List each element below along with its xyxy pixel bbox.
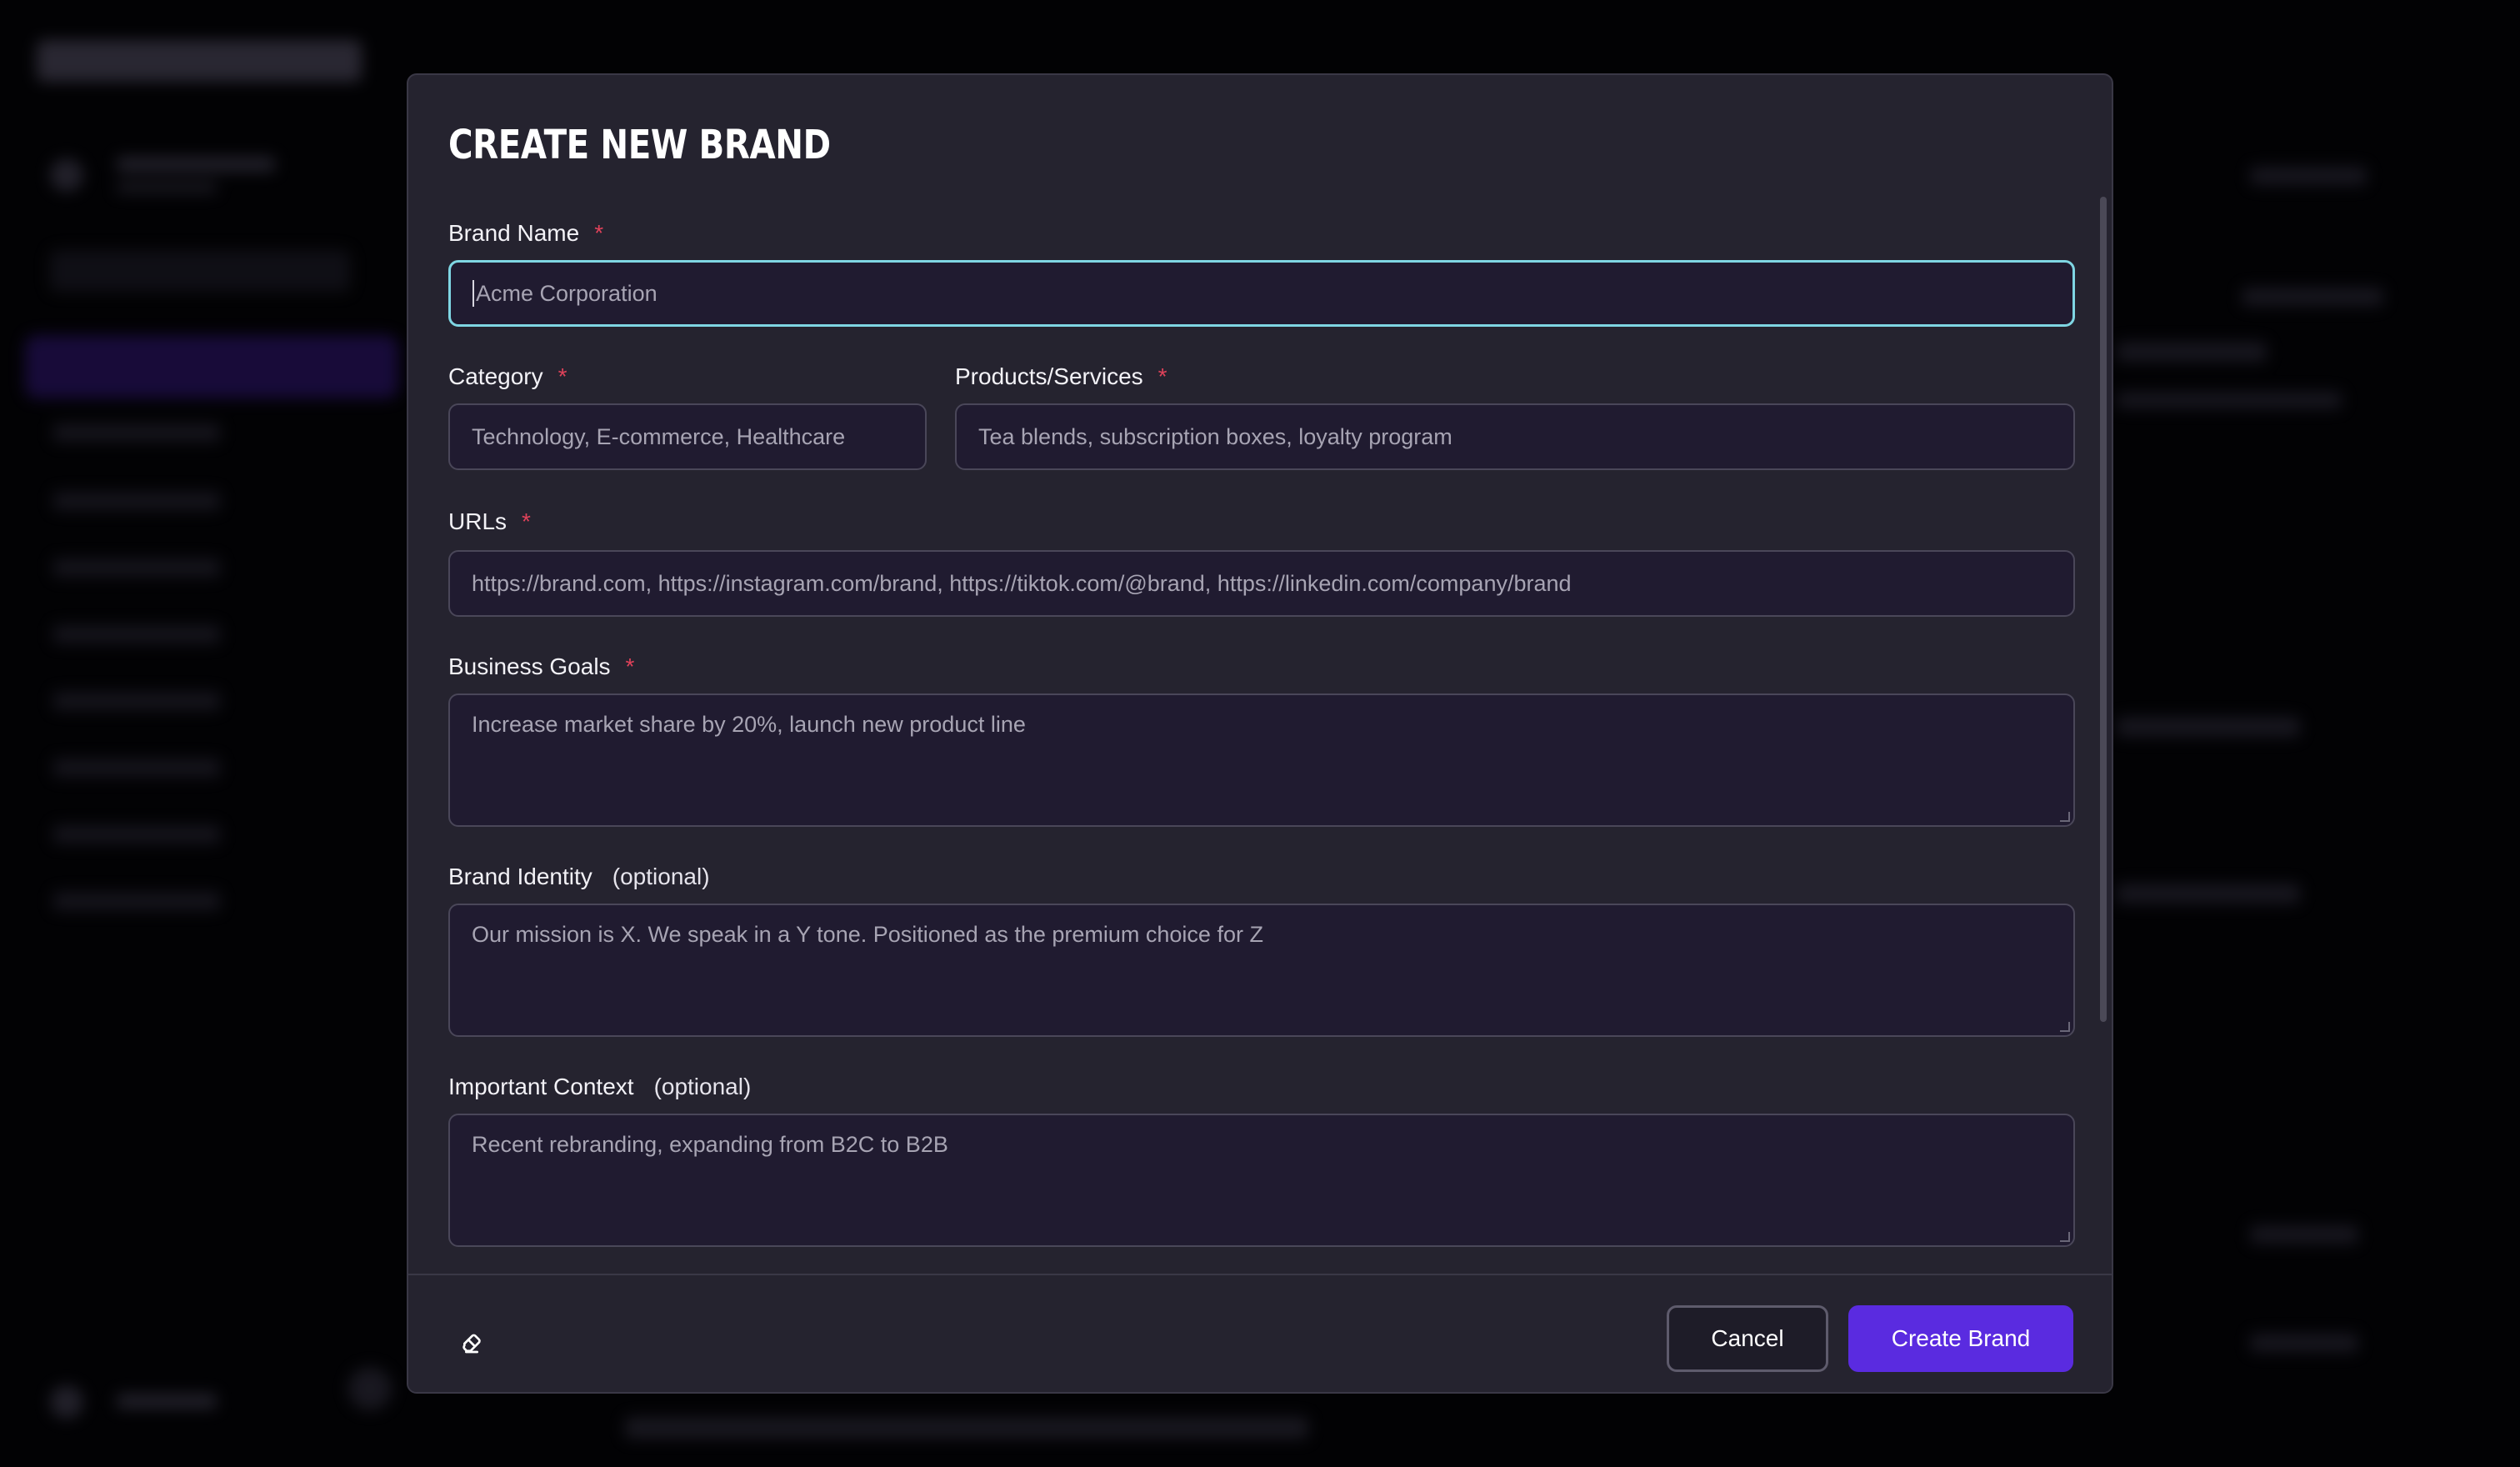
important-context-textarea[interactable]: Recent rebranding, expanding from B2C to… — [448, 1114, 2075, 1247]
bg-content-block — [2250, 167, 2367, 185]
bg-content-block — [2117, 717, 2300, 737]
brand-name-label: Brand Name * — [448, 220, 603, 247]
brand-identity-placeholder: Our mission is X. We speak in a Y tone. … — [472, 922, 1263, 947]
sidebar-item — [53, 423, 220, 442]
brand-name-placeholder: Acme Corporation — [476, 280, 658, 306]
modal-body: CREATE NEW BRAND Brand Name * Acme Corpor… — [408, 75, 2112, 1274]
business-goals-textarea[interactable]: Increase market share by 20%, launch new… — [448, 693, 2075, 827]
bg-footer-text — [625, 1417, 1308, 1439]
cancel-button[interactable]: Cancel — [1667, 1305, 1828, 1372]
bg-content-block — [2117, 884, 2300, 904]
business-goals-placeholder: Increase market share by 20%, launch new… — [472, 712, 1026, 737]
sidebar-item — [53, 625, 220, 643]
bg-content-block — [2250, 1334, 2358, 1352]
create-brand-modal: CREATE NEW BRAND Brand Name * Acme Corpor… — [407, 73, 2113, 1394]
workspace-switcher — [50, 150, 283, 200]
sidebar-item — [53, 692, 220, 710]
brand-name-label-text: Brand Name — [448, 220, 580, 246]
urls-label-text: URLs — [448, 508, 508, 534]
category-placeholder: Technology, E-commerce, Healthcare — [472, 423, 846, 449]
required-mark: * — [1158, 363, 1168, 389]
required-mark: * — [625, 653, 635, 679]
business-goals-label: Business Goals * — [448, 653, 634, 680]
sidebar-item — [53, 759, 220, 777]
urls-label: URLs * — [448, 508, 531, 535]
products-services-label: Products/Services * — [955, 363, 1168, 390]
create-brand-button[interactable]: Create Brand — [1848, 1305, 2073, 1372]
urls-input[interactable]: https://brand.com, https://instagram.com… — [448, 550, 2075, 617]
products-services-input[interactable]: Tea blends, subscription boxes, loyalty … — [955, 403, 2075, 470]
important-context-placeholder: Recent rebranding, expanding from B2C to… — [472, 1132, 948, 1157]
clear-form-button[interactable] — [455, 1325, 488, 1359]
bg-content-block — [2117, 342, 2267, 362]
resize-handle[interactable] — [2060, 1232, 2070, 1242]
products-services-label-text: Products/Services — [955, 363, 1143, 389]
modal-scrollbar[interactable] — [2100, 197, 2107, 1022]
resize-handle[interactable] — [2060, 1022, 2070, 1032]
business-goals-label-text: Business Goals — [448, 653, 611, 679]
modal-footer: Cancel Create Brand — [408, 1274, 2112, 1392]
brand-identity-textarea[interactable]: Our mission is X. We speak in a Y tone. … — [448, 904, 2075, 1037]
bg-content-block — [2250, 1225, 2358, 1244]
brand-identity-label: Brand Identity (optional) — [448, 864, 710, 890]
app-logo — [37, 40, 362, 82]
category-label: Category * — [448, 363, 568, 390]
sidebar-item-active — [25, 335, 398, 398]
sidebar-item — [53, 825, 220, 844]
help-icon — [348, 1367, 392, 1410]
optional-mark: (optional) — [653, 1074, 752, 1099]
bg-content-block — [2242, 288, 2383, 306]
required-mark: * — [522, 508, 531, 534]
important-context-label-text: Important Context — [448, 1074, 634, 1099]
resize-handle[interactable] — [2060, 812, 2070, 822]
required-mark: * — [558, 363, 568, 389]
required-mark: * — [594, 220, 604, 246]
optional-mark: (optional) — [612, 864, 710, 889]
eraser-icon — [462, 1334, 481, 1354]
bg-content-block — [2117, 392, 2342, 408]
modal-title: CREATE NEW BRAND — [448, 122, 831, 168]
category-input[interactable]: Technology, E-commerce, Healthcare — [448, 403, 927, 470]
category-label-text: Category — [448, 363, 543, 389]
important-context-label: Important Context (optional) — [448, 1074, 751, 1100]
sidebar-item — [53, 892, 220, 910]
sidebar-item — [53, 492, 220, 510]
products-services-placeholder: Tea blends, subscription boxes, loyalty … — [978, 423, 1452, 449]
user-profile — [50, 1384, 233, 1420]
brand-name-input[interactable]: Acme Corporation — [448, 260, 2075, 327]
brand-selector — [50, 250, 350, 292]
text-caret — [472, 280, 474, 307]
brand-identity-label-text: Brand Identity — [448, 864, 592, 889]
urls-placeholder: https://brand.com, https://instagram.com… — [472, 570, 1572, 596]
sidebar-item — [53, 558, 220, 577]
